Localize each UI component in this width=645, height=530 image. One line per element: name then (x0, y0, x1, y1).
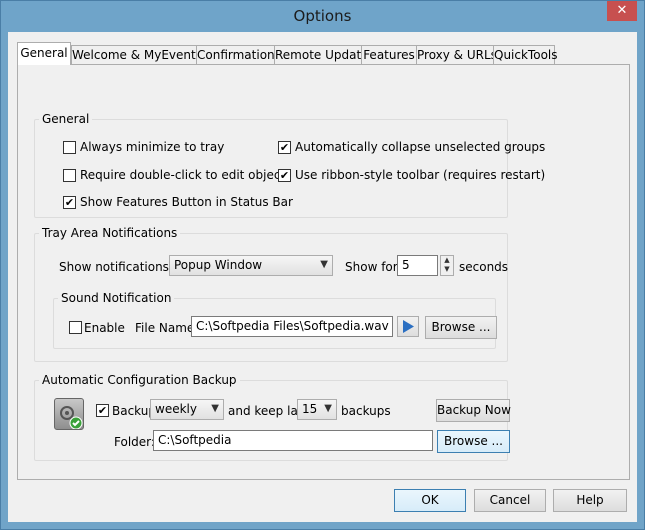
sound-enable-checkbox[interactable] (69, 321, 82, 334)
show-for-input[interactable]: 5 (397, 255, 438, 276)
tab-general[interactable]: General (17, 42, 71, 65)
spin-down-icon[interactable]: ▼ (441, 265, 453, 274)
features-button-checkbox[interactable]: ✔ (63, 196, 76, 209)
tab-confirmations[interactable]: Confirmations (196, 45, 281, 64)
chevron-down-icon: ▼ (211, 403, 219, 414)
seconds-label: seconds (459, 260, 509, 274)
double-click-checkbox[interactable] (63, 169, 76, 182)
backup-now-button[interactable]: Backup Now (436, 399, 511, 422)
spin-up-icon[interactable]: ▲ (441, 256, 453, 265)
backups-label: backups (341, 404, 391, 418)
notification-type-select[interactable]: Popup Window ▼ (169, 255, 333, 276)
tab-remote-update[interactable]: Remote Update (274, 45, 369, 64)
backup-safe-icon (54, 398, 84, 430)
chevron-down-icon: ▼ (320, 259, 328, 270)
chevron-down-icon: ▼ (324, 403, 332, 414)
sound-browse-button[interactable]: Browse ... (425, 316, 497, 339)
backup-checkbox[interactable]: ✔ (96, 404, 109, 417)
auto-collapse-checkbox[interactable]: ✔ (278, 141, 291, 154)
double-click-label: Require double-click to edit objects (80, 168, 292, 182)
show-for-label: Show for: (345, 260, 402, 274)
cancel-button[interactable]: Cancel (474, 489, 546, 512)
auto-collapse-label: Automatically collapse unselected groups (295, 140, 546, 154)
show-for-spinner[interactable]: ▲ ▼ (440, 255, 454, 276)
tab-features[interactable]: Features (361, 45, 417, 64)
dialog-body: General Welcome & MyEventlog Confirmatio… (8, 32, 637, 522)
close-button[interactable]: ✕ (607, 1, 637, 21)
backup-frequency-select[interactable]: weekly ▼ (150, 399, 224, 420)
tab-quicktools[interactable]: QuickTools (493, 45, 558, 64)
sound-enable-label: Enable (84, 321, 125, 335)
file-name-input[interactable]: C:\Softpedia Files\Softpedia.wav (191, 316, 393, 337)
help-button[interactable]: Help (553, 489, 627, 512)
tray-group-legend: Tray Area Notifications (42, 226, 178, 240)
folder-label: Folder: (114, 435, 155, 449)
folder-input[interactable]: C:\Softpedia (153, 430, 433, 451)
keep-count-value: 15 (302, 402, 318, 416)
play-icon (403, 320, 414, 333)
ribbon-toolbar-checkbox[interactable]: ✔ (278, 169, 291, 182)
file-name-label: File Name: (135, 321, 199, 335)
general-group-legend: General (42, 112, 90, 126)
folder-browse-button[interactable]: Browse ... (437, 430, 510, 453)
sound-group-legend: Sound Notification (61, 291, 172, 305)
features-button-label: Show Features Button in Status Bar (80, 195, 293, 209)
backup-frequency-value: weekly (155, 402, 197, 416)
play-sound-button[interactable] (397, 316, 419, 337)
general-tab-panel: General Always minimize to tray ✔ Automa… (17, 64, 630, 480)
tab-welcome-myeventlog[interactable]: Welcome & MyEventlog (71, 45, 214, 64)
backup-group-legend: Automatic Configuration Backup (42, 373, 237, 387)
always-minimize-label: Always minimize to tray (80, 140, 225, 154)
ribbon-toolbar-label: Use ribbon-style toolbar (requires resta… (295, 168, 546, 182)
always-minimize-checkbox[interactable] (63, 141, 76, 154)
window-title: Options (293, 7, 352, 25)
options-window: Options ✕ General Welcome & MyEventlog C… (0, 0, 645, 530)
tab-proxy-urls[interactable]: Proxy & URLs (416, 45, 497, 64)
title-bar[interactable]: Options ✕ (1, 1, 644, 32)
ok-button[interactable]: OK (394, 489, 466, 512)
keep-count-select[interactable]: 15 ▼ (297, 399, 337, 420)
notification-type-value: Popup Window (174, 258, 263, 272)
